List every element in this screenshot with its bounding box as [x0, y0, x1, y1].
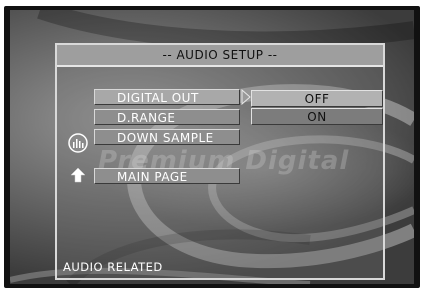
- option-off[interactable]: OFF: [251, 90, 383, 107]
- tv-frame: Premium Digital -- AUDIO SETUP -- DIGITA…: [4, 6, 420, 288]
- audio-setup-panel: -- AUDIO SETUP -- DIGITAL OUT D.RANGE DO…: [55, 43, 385, 280]
- main-page-button[interactable]: MAIN PAGE: [94, 168, 240, 184]
- menu-item-d-range[interactable]: D.RANGE: [94, 109, 240, 125]
- right-triangle-pointer-icon: [241, 89, 251, 105]
- option-on[interactable]: ON: [251, 108, 383, 125]
- osd-screen: Premium Digital -- AUDIO SETUP -- DIGITA…: [10, 10, 414, 284]
- menu-item-down-sample[interactable]: DOWN SAMPLE: [94, 129, 240, 145]
- panel-title: -- AUDIO SETUP --: [57, 45, 383, 67]
- status-text: AUDIO RELATED: [63, 260, 163, 274]
- audio-bars-icon: [68, 133, 88, 153]
- up-arrow-icon: [70, 167, 86, 183]
- menu-item-digital-out[interactable]: DIGITAL OUT: [94, 89, 240, 105]
